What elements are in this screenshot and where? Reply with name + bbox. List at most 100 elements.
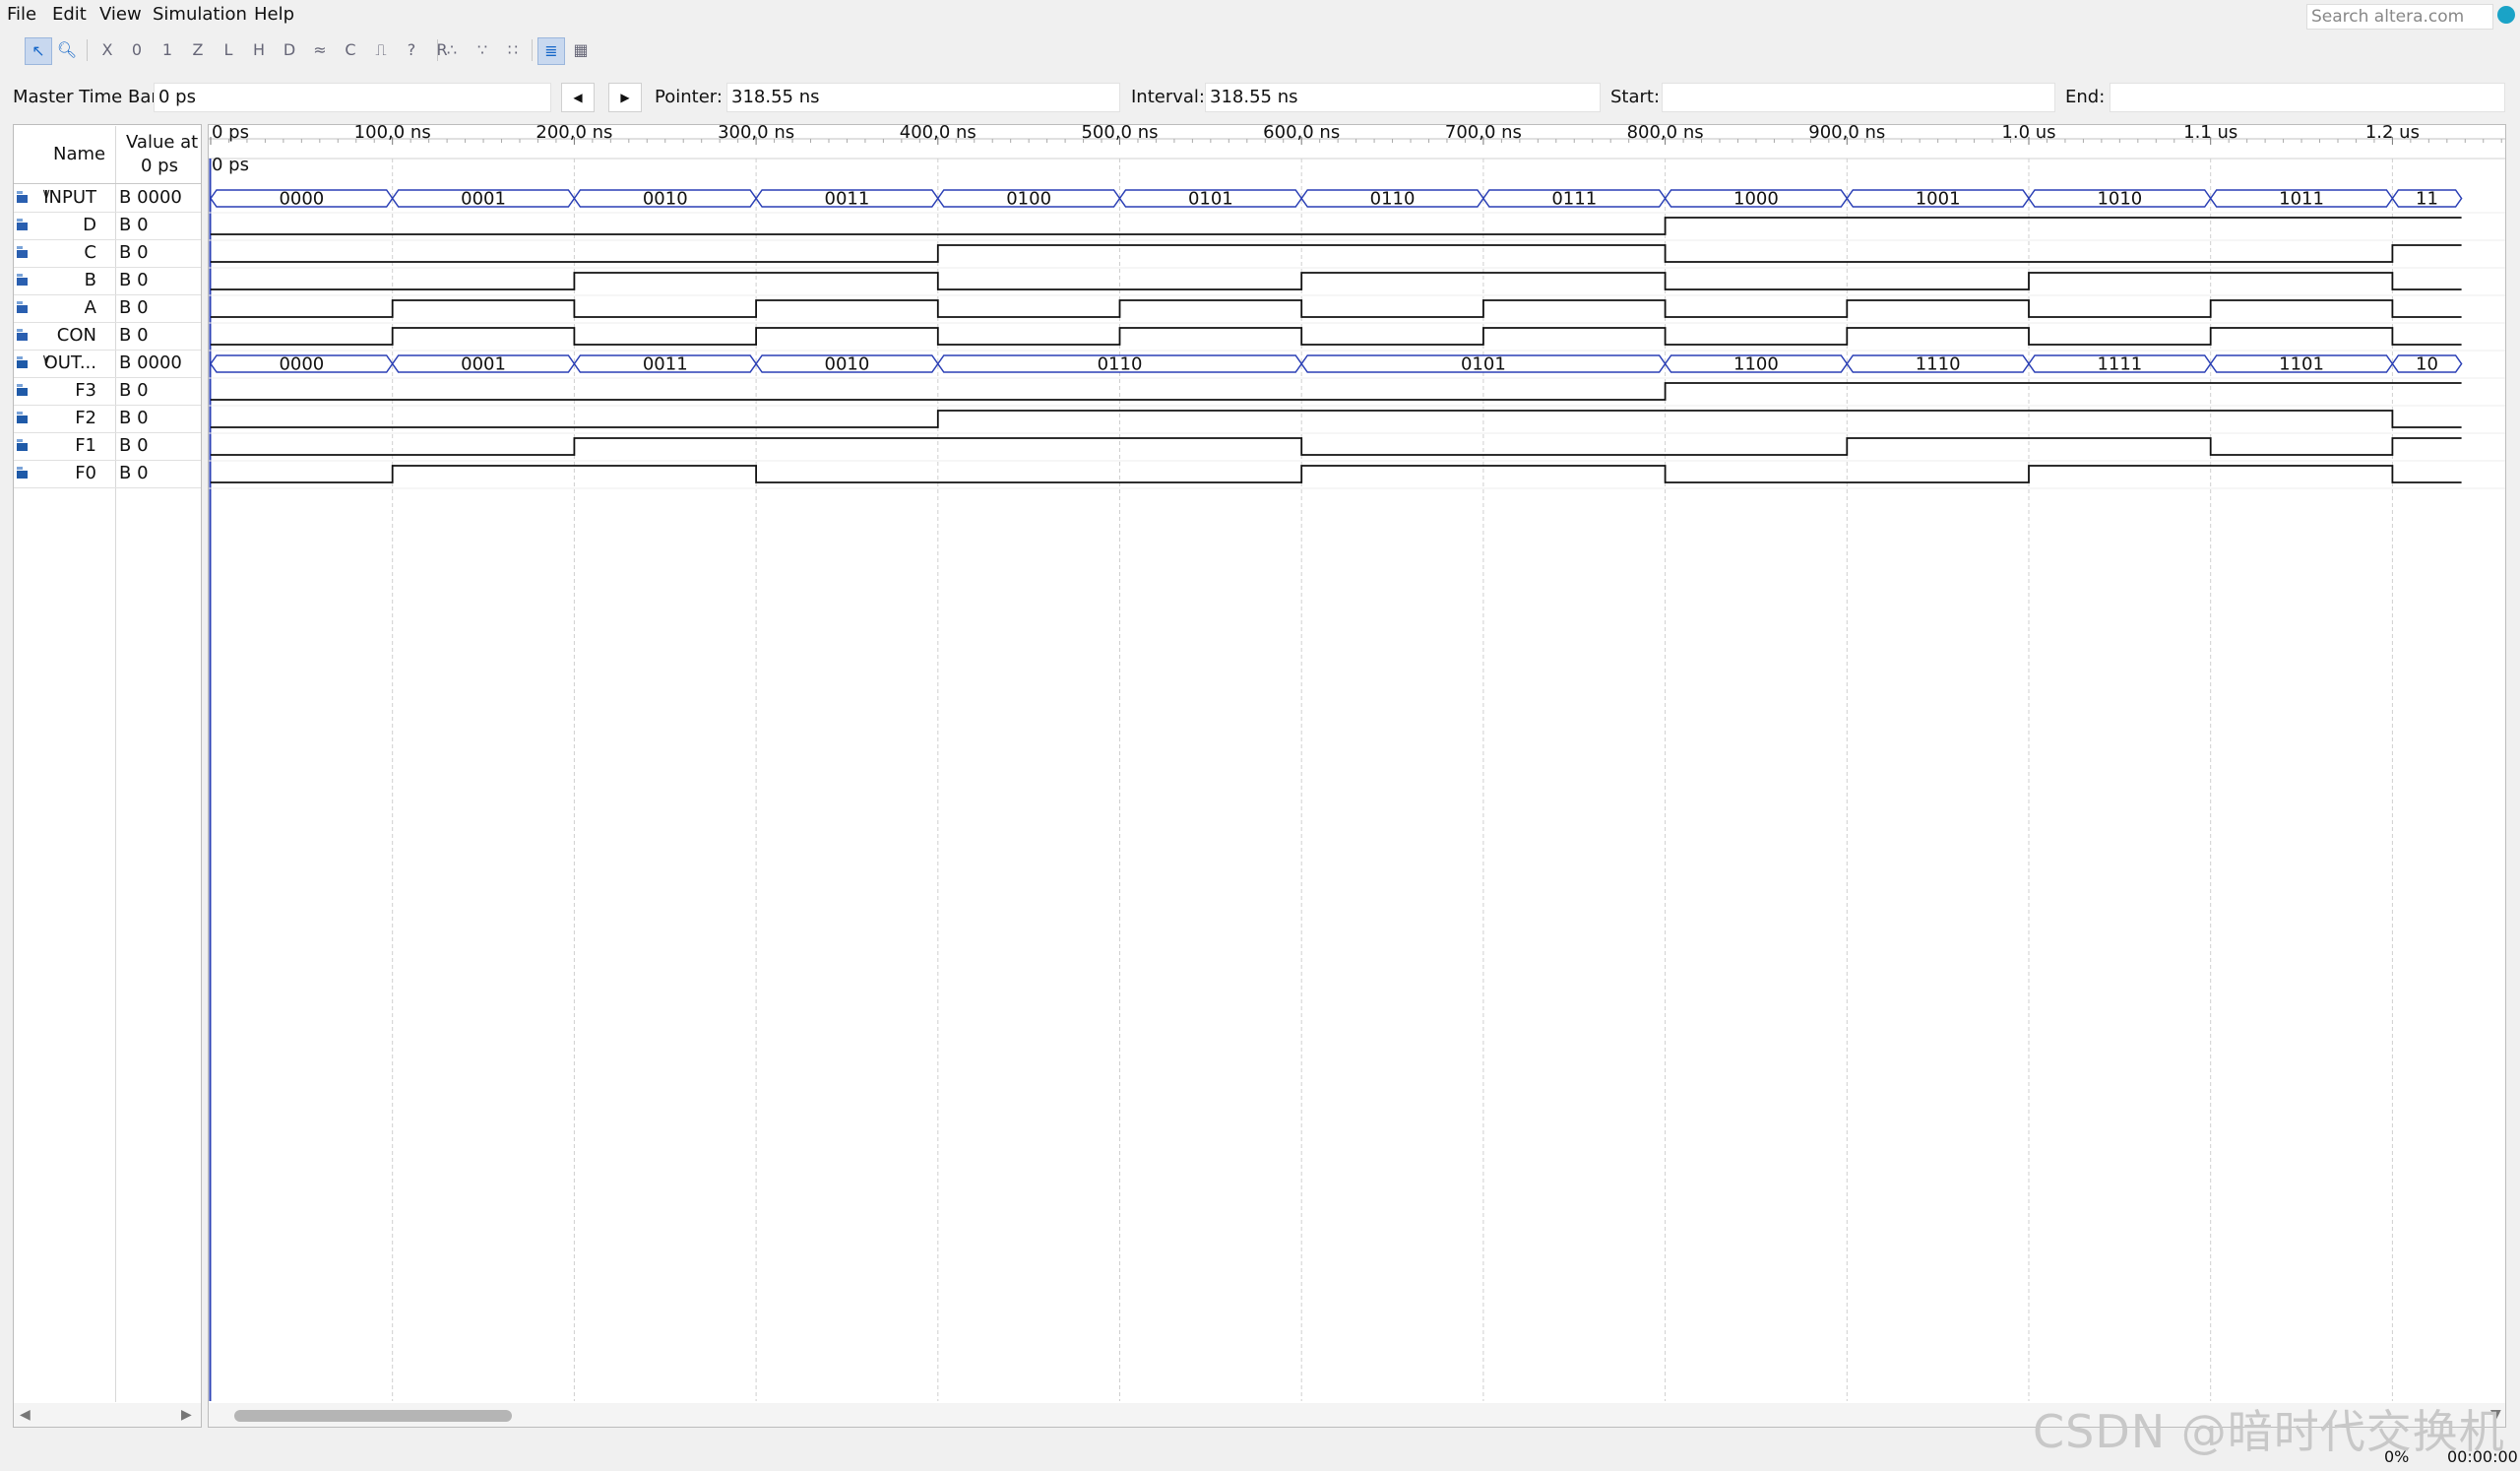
signal-row[interactable]: F2 B 0 — [14, 405, 201, 433]
scroll-right-icon[interactable]: ▶ — [181, 1407, 192, 1423]
bus-value: 0001 — [461, 354, 506, 375]
signal-value: B 0 — [119, 380, 149, 401]
input-pin-icon — [16, 218, 32, 233]
bus-value: 0000 — [279, 354, 324, 375]
menu-edit[interactable]: Edit — [52, 3, 87, 27]
signal-name: A — [84, 297, 96, 318]
waveform-compare-icon[interactable]: ≣ — [537, 37, 565, 65]
signal-name: C — [84, 242, 96, 263]
signal-value: B 0 — [119, 435, 149, 456]
output-pin-icon — [16, 438, 32, 454]
signal-row[interactable]: C B 0 — [14, 239, 201, 268]
force-high-icon[interactable]: 1 — [155, 37, 180, 63]
ungroup-icon[interactable]: ∷ — [500, 37, 526, 63]
next-transition-button[interactable]: ▶ — [608, 83, 642, 112]
force-weak-high-icon[interactable]: H — [246, 37, 272, 63]
interval-label: Interval: — [1131, 87, 1205, 107]
signal-row[interactable]: F0 B 0 — [14, 460, 201, 488]
signal-row[interactable]: CON B 0 — [14, 322, 201, 351]
pointer-field[interactable]: 318.55 ns — [726, 83, 1120, 112]
arbitrary-value-icon[interactable]: ? — [399, 37, 424, 63]
signal-row[interactable]: B B 0 — [14, 267, 201, 295]
previous-transition-button[interactable]: ◀ — [561, 83, 595, 112]
signal-row[interactable]: A B 0 — [14, 294, 201, 323]
bus-value: 0000 — [279, 189, 324, 210]
signal-name: F0 — [75, 463, 96, 483]
menu-simulation[interactable]: Simulation — [153, 3, 247, 27]
menu-view[interactable]: View — [99, 3, 142, 27]
count-value-icon[interactable]: C — [338, 37, 363, 63]
force-low-icon[interactable]: 0 — [124, 37, 150, 63]
grid-icon[interactable]: ▦ — [568, 37, 594, 63]
start-label: Start: — [1610, 87, 1661, 107]
force-unknown-icon[interactable]: X — [94, 37, 120, 63]
bus-value: 1111 — [2097, 354, 2142, 375]
scroll-left-icon[interactable]: ◀ — [20, 1407, 31, 1423]
scrollbar-thumb[interactable] — [234, 1410, 512, 1422]
menu-bar — [0, 0, 2520, 30]
signal-name: CON — [56, 325, 96, 346]
menu-help[interactable]: Help — [254, 3, 294, 27]
search-input[interactable]: Search altera.com — [2306, 4, 2493, 30]
search-icon[interactable] — [2497, 6, 2515, 24]
value-column-header[interactable]: Value at — [126, 132, 198, 153]
ruler-label: 100,0 ns — [354, 125, 431, 143]
signal-value: B 0000 — [119, 187, 182, 208]
interval-field[interactable]: 318.55 ns — [1205, 83, 1601, 112]
ruler-label: 600,0 ns — [1263, 125, 1340, 143]
signal-row[interactable]: ∨ OUT... B 0000 — [14, 350, 201, 378]
output-pin-icon — [16, 411, 32, 426]
bus-value: 0110 — [1370, 189, 1416, 210]
bus-value: 0001 — [461, 189, 506, 210]
signal-value: B 0 — [119, 463, 149, 483]
start-field[interactable] — [1662, 83, 2055, 112]
waveform-trace — [211, 299, 2462, 318]
toolbar-separator — [87, 39, 88, 61]
input-pin-icon — [16, 190, 32, 206]
signal-row[interactable]: D B 0 — [14, 212, 201, 240]
output-pin-icon — [16, 383, 32, 399]
input-pin-icon — [16, 328, 32, 344]
signal-name: F1 — [75, 435, 96, 456]
waveform-panel[interactable]: 0 ps 100,0 ns 200,0 ns 300,0 ns 400,0 ns 500,… — [208, 124, 2506, 1428]
bus-value: 0101 — [1188, 189, 1233, 210]
pointer-label: Pointer: — [655, 87, 723, 107]
ruler-label: 400,0 ns — [900, 125, 976, 143]
bus-value: 0111 — [1551, 189, 1597, 210]
name-column-header[interactable]: Name — [53, 144, 105, 164]
ruler-label: 500,0 ns — [1081, 125, 1158, 143]
bus-value: 1100 — [1733, 354, 1779, 375]
end-label: End: — [2065, 87, 2106, 107]
waveform-canvas[interactable]: 0 ps 100,0 ns 200,0 ns 300,0 ns 400,0 ns 500,… — [209, 125, 2506, 1428]
clock-icon[interactable]: ⎍ — [368, 37, 394, 63]
signal-name: F3 — [75, 380, 96, 401]
signal-value: B 0 — [119, 242, 149, 263]
waveform-trace — [211, 272, 2462, 290]
signal-name: INPUT — [43, 187, 96, 208]
force-dont-care-icon[interactable]: D — [277, 37, 302, 63]
force-weak-low-icon[interactable]: L — [216, 37, 241, 63]
waveform-trace — [211, 217, 2462, 235]
snap-to-grid-icon[interactable]: ∴ — [439, 37, 465, 63]
pointer-icon[interactable]: ↖ — [25, 37, 52, 65]
signal-value: B 0 — [119, 215, 149, 235]
bus-value: 0011 — [825, 189, 870, 210]
bus-value: 0010 — [643, 189, 688, 210]
menu-file[interactable]: File — [7, 3, 36, 27]
ruler-label: 1.0 us — [2001, 125, 2055, 143]
signal-row[interactable]: F3 B 0 — [14, 377, 201, 406]
bus-value: 1001 — [1916, 189, 1961, 210]
signal-row[interactable]: F1 B 0 — [14, 432, 201, 461]
names-horizontal-scrollbar[interactable] — [14, 1403, 201, 1427]
master-time-bar-field[interactable]: 0 ps — [154, 83, 551, 112]
bus-value: 1110 — [1916, 354, 1961, 375]
bus-value: 0011 — [643, 354, 688, 375]
invert-icon[interactable]: ≈ — [307, 37, 333, 63]
ruler-label: 1.2 us — [2365, 125, 2420, 143]
zoom-icon[interactable]: 🔍︎ — [54, 37, 80, 63]
signal-name: B — [84, 270, 96, 290]
signal-row[interactable]: ∨ INPUT B 0000 — [14, 184, 201, 213]
group-icon[interactable]: ∵ — [470, 37, 495, 63]
force-hiz-icon[interactable]: Z — [185, 37, 211, 63]
end-field[interactable] — [2110, 83, 2505, 112]
